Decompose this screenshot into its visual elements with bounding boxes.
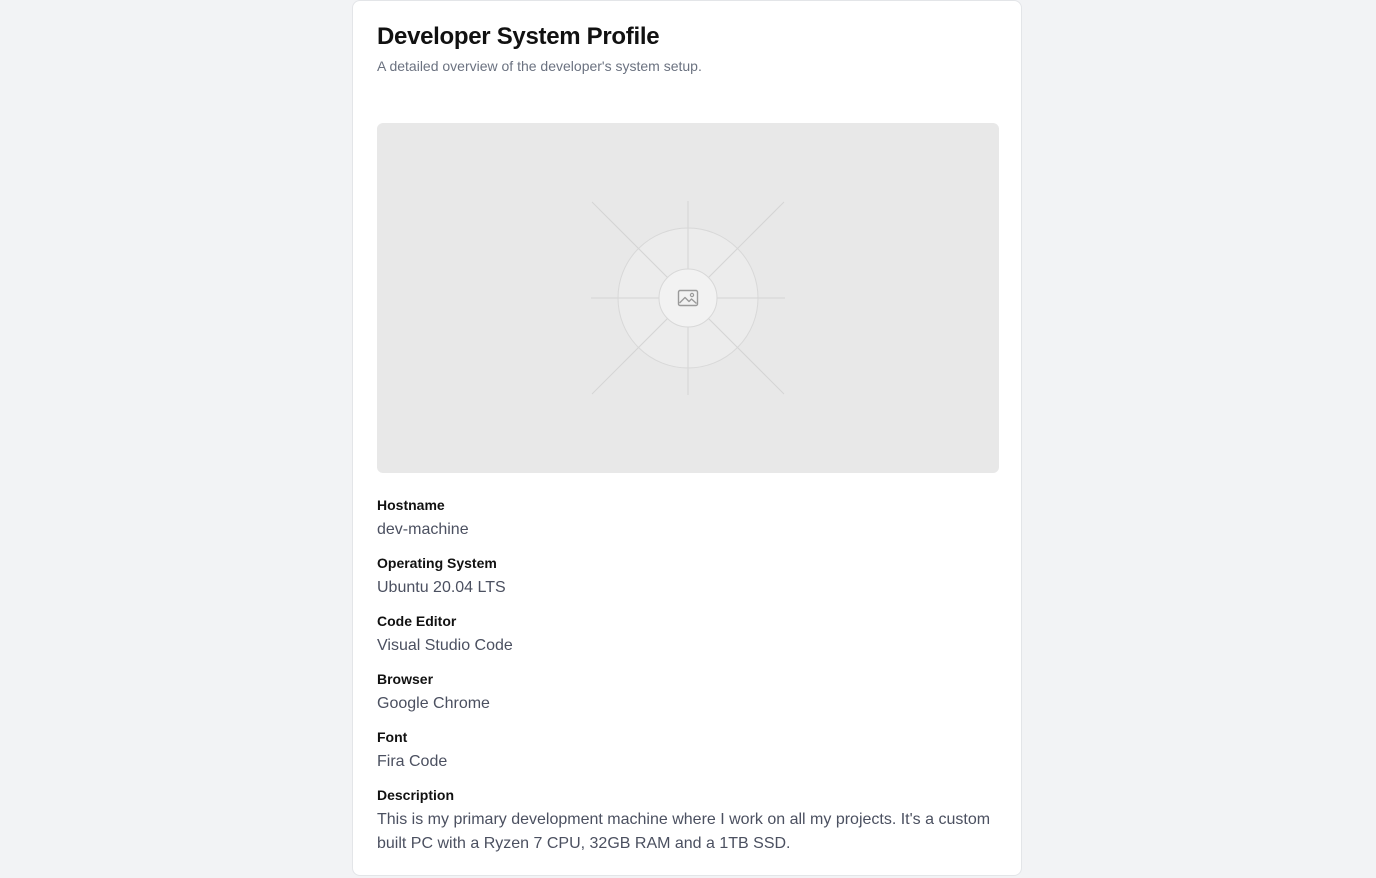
field-operating-system: Operating System Ubuntu 20.04 LTS [377,554,999,600]
field-value-hostname: dev-machine [377,521,469,538]
image-icon [677,289,699,307]
profile-card: Developer System Profile A detailed over… [352,0,1022,876]
page-title: Developer System Profile [377,23,660,50]
field-font: Font Fira Code [377,728,999,774]
field-value-browser: Google Chrome [377,695,490,712]
field-label-hostname: Hostname [377,497,445,513]
field-hostname: Hostname dev-machine [377,496,999,542]
field-value-description: This is my primary development machine w… [377,811,991,852]
field-value-operating-system: Ubuntu 20.04 LTS [377,579,506,596]
field-label-description: Description [377,787,455,803]
field-description: Description This is my primary developme… [377,786,999,856]
field-value-font: Fira Code [377,753,448,770]
field-value-code-editor: Visual Studio Code [377,637,513,654]
page-subtitle: A detailed overview of the developer's s… [377,58,702,74]
field-browser: Browser Google Chrome [377,670,999,716]
field-label-browser: Browser [377,671,434,687]
field-code-editor: Code Editor Visual Studio Code [377,612,999,658]
field-label-font: Font [377,729,408,745]
field-label-operating-system: Operating System [377,555,497,571]
field-label-code-editor: Code Editor [377,613,457,629]
system-image-placeholder [377,123,999,473]
